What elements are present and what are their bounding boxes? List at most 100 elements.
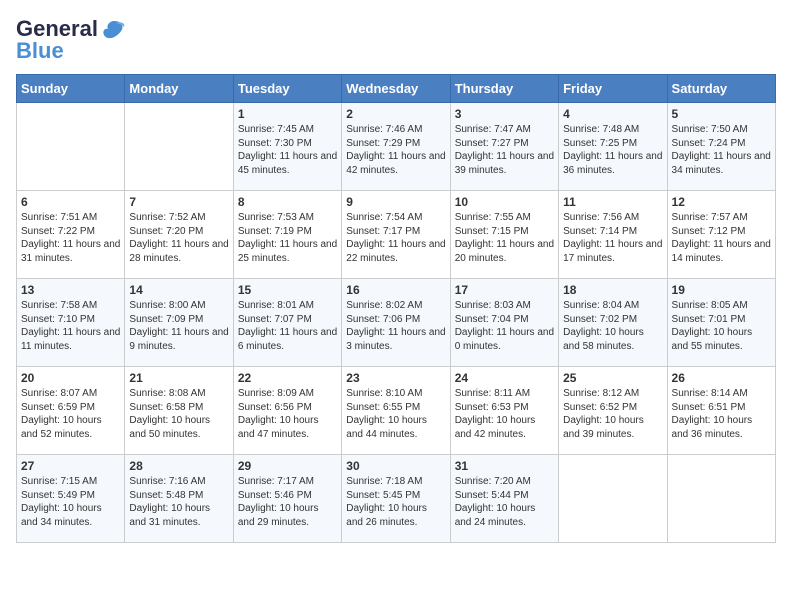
day-cell: 10 Sunrise: 7:55 AM Sunset: 7:15 PM Dayli…	[450, 191, 558, 279]
day-number: 1	[238, 107, 337, 121]
day-number: 10	[455, 195, 554, 209]
week-row-4: 20Sunrise: 8:07 AM Sunset: 6:59 PM Dayli…	[17, 367, 776, 455]
day-content: Sunrise: 8:14 AM Sunset: 6:51 PM Dayligh…	[672, 387, 771, 441]
day-number: 12	[672, 195, 771, 209]
day-content: Sunrise: 7:53 AM Sunset: 7:19 PM Dayligh…	[238, 211, 337, 265]
day-number: 19	[672, 283, 771, 297]
week-row-5: 27 Sunrise: 7:15 AM Sunset: 5:49 PM Dayli…	[17, 455, 776, 543]
header: General Blue	[16, 16, 776, 64]
day-number: 22	[238, 371, 337, 385]
day-cell: 25 Sunrise: 8:12 AM Sunset: 6:52 PM Dayli…	[559, 367, 667, 455]
day-number: 14	[129, 283, 228, 297]
day-content: Sunrise: 7:55 AM Sunset: 7:15 PM Dayligh…	[455, 211, 554, 265]
day-number: 5	[672, 107, 771, 121]
header-sunday: Sunday	[17, 75, 125, 103]
logo: General Blue	[16, 16, 128, 64]
week-row-3: 13 Sunrise: 7:58 AM Sunset: 7:10 PM Dayli…	[17, 279, 776, 367]
day-number: 6	[21, 195, 120, 209]
day-cell: 30Sunrise: 7:18 AM Sunset: 5:45 PM Dayli…	[342, 455, 450, 543]
day-number: 29	[238, 459, 337, 473]
day-cell: 20Sunrise: 8:07 AM Sunset: 6:59 PM Dayli…	[17, 367, 125, 455]
day-cell: 8Sunrise: 7:53 AM Sunset: 7:19 PM Daylig…	[233, 191, 341, 279]
day-cell: 2 Sunrise: 7:46 AM Sunset: 7:29 PM Daylig…	[342, 103, 450, 191]
header-monday: Monday	[125, 75, 233, 103]
day-cell: 1 Sunrise: 7:45 AM Sunset: 7:30 PM Daylig…	[233, 103, 341, 191]
day-content: Sunrise: 7:52 AM Sunset: 7:20 PM Dayligh…	[129, 211, 228, 265]
day-content: Sunrise: 8:07 AM Sunset: 6:59 PM Dayligh…	[21, 387, 120, 441]
header-wednesday: Wednesday	[342, 75, 450, 103]
day-content: Sunrise: 7:48 AM Sunset: 7:25 PM Dayligh…	[563, 123, 662, 177]
day-cell: 16Sunrise: 8:02 AM Sunset: 7:06 PM Dayli…	[342, 279, 450, 367]
day-content: Sunrise: 8:00 AM Sunset: 7:09 PM Dayligh…	[129, 299, 228, 353]
day-content: Sunrise: 8:01 AM Sunset: 7:07 PM Dayligh…	[238, 299, 337, 353]
day-content: Sunrise: 7:54 AM Sunset: 7:17 PM Dayligh…	[346, 211, 445, 265]
day-cell: 24Sunrise: 8:11 AM Sunset: 6:53 PM Dayli…	[450, 367, 558, 455]
day-number: 30	[346, 459, 445, 473]
day-cell: 13 Sunrise: 7:58 AM Sunset: 7:10 PM Dayli…	[17, 279, 125, 367]
day-cell: 21 Sunrise: 8:08 AM Sunset: 6:58 PM Dayli…	[125, 367, 233, 455]
day-number: 31	[455, 459, 554, 473]
header-friday: Friday	[559, 75, 667, 103]
day-number: 18	[563, 283, 662, 297]
day-content: Sunrise: 7:15 AM Sunset: 5:49 PM Dayligh…	[21, 475, 120, 529]
day-number: 2	[346, 107, 445, 121]
day-number: 28	[129, 459, 228, 473]
day-cell: 19 Sunrise: 8:05 AM Sunset: 7:01 PM Dayli…	[667, 279, 775, 367]
week-row-2: 6 Sunrise: 7:51 AM Sunset: 7:22 PM Daylig…	[17, 191, 776, 279]
day-cell: 23 Sunrise: 8:10 AM Sunset: 6:55 PM Dayli…	[342, 367, 450, 455]
day-content: Sunrise: 8:12 AM Sunset: 6:52 PM Dayligh…	[563, 387, 662, 441]
day-number: 4	[563, 107, 662, 121]
day-number: 11	[563, 195, 662, 209]
day-content: Sunrise: 7:58 AM Sunset: 7:10 PM Dayligh…	[21, 299, 120, 353]
day-cell: 29 Sunrise: 7:17 AM Sunset: 5:46 PM Dayli…	[233, 455, 341, 543]
day-number: 27	[21, 459, 120, 473]
day-cell: 7Sunrise: 7:52 AM Sunset: 7:20 PM Daylig…	[125, 191, 233, 279]
day-content: Sunrise: 7:46 AM Sunset: 7:29 PM Dayligh…	[346, 123, 445, 177]
day-cell: 3Sunrise: 7:47 AM Sunset: 7:27 PM Daylig…	[450, 103, 558, 191]
header-saturday: Saturday	[667, 75, 775, 103]
day-content: Sunrise: 8:08 AM Sunset: 6:58 PM Dayligh…	[129, 387, 228, 441]
day-content: Sunrise: 7:16 AM Sunset: 5:48 PM Dayligh…	[129, 475, 228, 529]
day-content: Sunrise: 8:02 AM Sunset: 7:06 PM Dayligh…	[346, 299, 445, 353]
day-cell: 27 Sunrise: 7:15 AM Sunset: 5:49 PM Dayli…	[17, 455, 125, 543]
day-cell: 18Sunrise: 8:04 AM Sunset: 7:02 PM Dayli…	[559, 279, 667, 367]
day-cell: 14 Sunrise: 8:00 AM Sunset: 7:09 PM Dayli…	[125, 279, 233, 367]
day-content: Sunrise: 7:20 AM Sunset: 5:44 PM Dayligh…	[455, 475, 554, 529]
day-cell: 6 Sunrise: 7:51 AM Sunset: 7:22 PM Daylig…	[17, 191, 125, 279]
day-cell: 31 Sunrise: 7:20 AM Sunset: 5:44 PM Dayli…	[450, 455, 558, 543]
calendar-table: SundayMondayTuesdayWednesdayThursdayFrid…	[16, 74, 776, 543]
calendar-container: General Blue SundayMondayTuesdayWednesda…	[0, 0, 792, 551]
day-cell	[667, 455, 775, 543]
day-number: 21	[129, 371, 228, 385]
day-number: 23	[346, 371, 445, 385]
day-content: Sunrise: 7:17 AM Sunset: 5:46 PM Dayligh…	[238, 475, 337, 529]
day-content: Sunrise: 7:47 AM Sunset: 7:27 PM Dayligh…	[455, 123, 554, 177]
day-cell: 26 Sunrise: 8:14 AM Sunset: 6:51 PM Dayli…	[667, 367, 775, 455]
day-content: Sunrise: 8:05 AM Sunset: 7:01 PM Dayligh…	[672, 299, 771, 353]
day-cell: 22 Sunrise: 8:09 AM Sunset: 6:56 PM Dayli…	[233, 367, 341, 455]
day-content: Sunrise: 7:51 AM Sunset: 7:22 PM Dayligh…	[21, 211, 120, 265]
day-cell	[17, 103, 125, 191]
week-row-1: 1 Sunrise: 7:45 AM Sunset: 7:30 PM Daylig…	[17, 103, 776, 191]
day-cell: 11 Sunrise: 7:56 AM Sunset: 7:14 PM Dayli…	[559, 191, 667, 279]
day-cell: 28 Sunrise: 7:16 AM Sunset: 5:48 PM Dayli…	[125, 455, 233, 543]
day-cell: 9 Sunrise: 7:54 AM Sunset: 7:17 PM Daylig…	[342, 191, 450, 279]
day-content: Sunrise: 8:03 AM Sunset: 7:04 PM Dayligh…	[455, 299, 554, 353]
day-cell: 12 Sunrise: 7:57 AM Sunset: 7:12 PM Dayli…	[667, 191, 775, 279]
day-number: 9	[346, 195, 445, 209]
day-cell: 5 Sunrise: 7:50 AM Sunset: 7:24 PM Daylig…	[667, 103, 775, 191]
day-number: 15	[238, 283, 337, 297]
day-content: Sunrise: 8:11 AM Sunset: 6:53 PM Dayligh…	[455, 387, 554, 441]
day-number: 25	[563, 371, 662, 385]
day-number: 13	[21, 283, 120, 297]
day-number: 26	[672, 371, 771, 385]
day-content: Sunrise: 7:57 AM Sunset: 7:12 PM Dayligh…	[672, 211, 771, 265]
day-content: Sunrise: 7:45 AM Sunset: 7:30 PM Dayligh…	[238, 123, 337, 177]
day-cell	[559, 455, 667, 543]
day-content: Sunrise: 8:10 AM Sunset: 6:55 PM Dayligh…	[346, 387, 445, 441]
logo-blue: Blue	[16, 38, 64, 64]
day-content: Sunrise: 8:09 AM Sunset: 6:56 PM Dayligh…	[238, 387, 337, 441]
day-content: Sunrise: 7:50 AM Sunset: 7:24 PM Dayligh…	[672, 123, 771, 177]
day-content: Sunrise: 7:56 AM Sunset: 7:14 PM Dayligh…	[563, 211, 662, 265]
day-cell: 17Sunrise: 8:03 AM Sunset: 7:04 PM Dayli…	[450, 279, 558, 367]
